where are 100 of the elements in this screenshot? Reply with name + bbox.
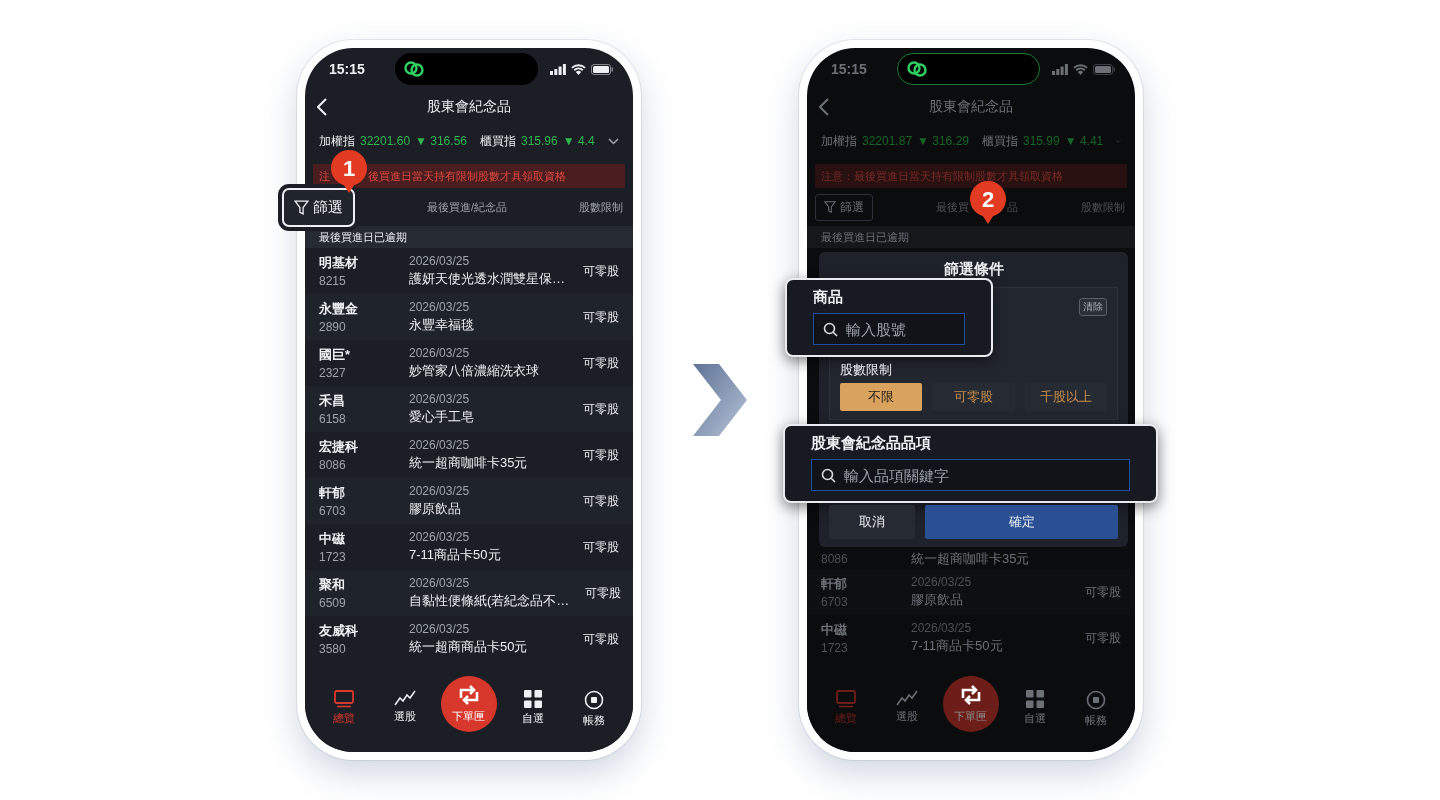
- share-limit: 可零股: [582, 538, 619, 556]
- limit-option[interactable]: 不限: [840, 383, 923, 411]
- tab-button[interactable]: 下單匣: [942, 676, 999, 732]
- list-row[interactable]: 永豐金 2890 2026/03/25 永豐幸福毯 可零股: [305, 294, 633, 340]
- grid-icon: [1026, 690, 1045, 708]
- stock-code: 8086: [821, 552, 849, 566]
- index-change: ▼ 316.56: [415, 134, 467, 148]
- section-header: 最後買進日已逾期: [807, 226, 1135, 248]
- notice-text: 注: [319, 168, 330, 184]
- last-buy-date: 2026/03/25: [409, 438, 471, 452]
- last-buy-date: 2026/03/25: [409, 530, 471, 544]
- stock-name: 中磁: [319, 530, 346, 548]
- stock-name: 軒郁: [319, 484, 346, 502]
- tab-button[interactable]: 下單匣: [440, 676, 497, 732]
- share-limit: 可零股: [582, 308, 619, 326]
- column-header: 股數限制: [579, 199, 623, 215]
- index-value: 32201.87: [862, 134, 913, 148]
- stock-name: 中磁: [821, 621, 848, 639]
- souvenir-name: 妙管家八倍濃縮洗衣球: [409, 362, 540, 380]
- souvenir-name: 膠原飲品: [409, 500, 462, 518]
- souvenir-name: 統一超商商品卡50元: [409, 638, 529, 656]
- dialog-title: 篩選條件: [942, 260, 1005, 279]
- tab-button[interactable]: 帳務: [1071, 688, 1122, 730]
- tab-button[interactable]: 選股: [881, 688, 932, 726]
- share-limit: 可零股: [582, 262, 619, 280]
- item-search-field[interactable]: 輸入品項關鍵字: [811, 459, 1130, 491]
- status-time: 15:15: [831, 61, 868, 77]
- stock-search-field[interactable]: 輸入股號: [813, 313, 965, 345]
- stock-code: 1723: [821, 641, 849, 655]
- list-row[interactable]: 國巨* 2327 2026/03/25 妙管家八倍濃縮洗衣球 可零股: [305, 340, 633, 386]
- tab-button[interactable]: 選股: [379, 688, 430, 726]
- step-badge: 2: [970, 181, 1006, 225]
- chevron-icon: [693, 364, 747, 436]
- field-label: 股數限制: [840, 361, 893, 379]
- tab-button[interactable]: 帳務: [569, 688, 620, 730]
- stock-code: 6703: [319, 504, 347, 518]
- rings-logo-icon: [906, 60, 928, 78]
- stock-code: 6703: [821, 595, 849, 609]
- section-header: 最後買進日已逾期: [305, 226, 633, 248]
- notice-text: 注意：最後買進日當天持有限制股數才具領取資格: [821, 168, 1063, 184]
- stock-name: 禾昌: [319, 392, 346, 410]
- battery-icon: [591, 63, 613, 75]
- line-chart-icon: [895, 690, 918, 706]
- stock-code: 8215: [319, 274, 347, 288]
- signal-icon: [550, 63, 566, 75]
- souvenir-name: 7-11商品卡50元: [409, 546, 502, 564]
- souvenir-name: 統一超商咖啡卡35元: [409, 454, 529, 472]
- list-row[interactable]: 明基材 8215 2026/03/25 護妍天使光透水潤雙星保… 可零股: [305, 248, 633, 294]
- filter-button[interactable]: 篩選: [815, 193, 873, 221]
- chevron-down-icon[interactable]: [608, 137, 619, 145]
- souvenir-name: 護妍天使光透水潤雙星保…: [409, 270, 566, 288]
- share-limit: 可零股: [582, 354, 619, 372]
- list-row[interactable]: 中磁 1723 2026/03/25 7-11商品卡50元 可零股: [305, 524, 633, 570]
- index-name: 加權指: [319, 132, 355, 150]
- last-buy-date: 2026/03/25: [409, 346, 471, 360]
- grid-icon: [524, 690, 543, 708]
- last-buy-date: 2026/03/25: [409, 300, 471, 314]
- share-limit: 可零股: [582, 492, 619, 510]
- list-row[interactable]: 宏捷科 8086 2026/03/25 統一超商咖啡卡35元 可零股: [305, 432, 633, 478]
- line-chart-icon: [393, 690, 416, 706]
- share-limit: 可零股: [1084, 629, 1121, 647]
- index-value: 315.99: [1023, 134, 1060, 148]
- index-value: 315.96: [521, 134, 558, 148]
- cancel-button[interactable]: 取消: [829, 505, 915, 539]
- index-change: ▼ 4.4: [562, 134, 595, 148]
- last-buy-date: 2026/03/25: [911, 621, 973, 635]
- souvenir-name: 自黏性便條紙(若紀念品不…: [409, 592, 570, 610]
- index-name: 櫃買指: [982, 132, 1018, 150]
- share-limit: 可零股: [582, 446, 619, 464]
- share-limit: 可零股: [1084, 583, 1121, 601]
- limit-option[interactable]: 千股以上: [1024, 383, 1107, 411]
- search-icon: [823, 321, 838, 337]
- wifi-icon: [571, 63, 586, 75]
- list-row[interactable]: 禾昌 6158 2026/03/25 愛心手工皂 可零股: [305, 386, 633, 432]
- column-header: 品: [1007, 199, 1018, 215]
- rings-logo-icon: [403, 60, 425, 78]
- tab-button[interactable]: 自選: [1010, 688, 1061, 728]
- list-row[interactable]: 中磁 1723 2026/03/25 7-11商品卡50元 可零股: [807, 615, 1135, 661]
- page-title: 股東會紀念品: [427, 98, 511, 116]
- limit-option[interactable]: 可零股: [932, 383, 1015, 411]
- list-row[interactable]: 友威科 3580 2026/03/25 統一超商商品卡50元 可零股: [305, 616, 633, 662]
- list-row[interactable]: 軒郁 6703 2026/03/25 膠原飲品 可零股: [305, 478, 633, 524]
- last-buy-date: 2026/03/25: [911, 575, 973, 589]
- list-row[interactable]: 聚和 6509 2026/03/25 自黏性便條紙(若紀念品不… 可零股: [305, 570, 633, 616]
- search-icon: [821, 467, 836, 483]
- monitor-icon: [835, 690, 856, 708]
- last-buy-date: 2026/03/25: [409, 254, 471, 268]
- stock-code: 6509: [319, 596, 347, 610]
- funnel-icon: [824, 201, 836, 213]
- tab-button[interactable]: 總覽: [318, 688, 369, 728]
- wifi-icon: [1073, 63, 1088, 75]
- stock-name: 宏捷科: [319, 438, 359, 456]
- clear-button[interactable]: 清除: [1079, 298, 1107, 316]
- confirm-button[interactable]: 確定: [925, 505, 1118, 539]
- monitor-icon: [333, 690, 354, 708]
- souvenir-name: 7-11商品卡50元: [911, 637, 1004, 655]
- stock-name: 國巨*: [319, 346, 352, 364]
- tab-button[interactable]: 自選: [508, 688, 559, 728]
- index-change: ▼ 4.41: [1064, 134, 1104, 148]
- list-row[interactable]: 軒郁 6703 2026/03/25 膠原飲品 可零股: [807, 569, 1135, 615]
